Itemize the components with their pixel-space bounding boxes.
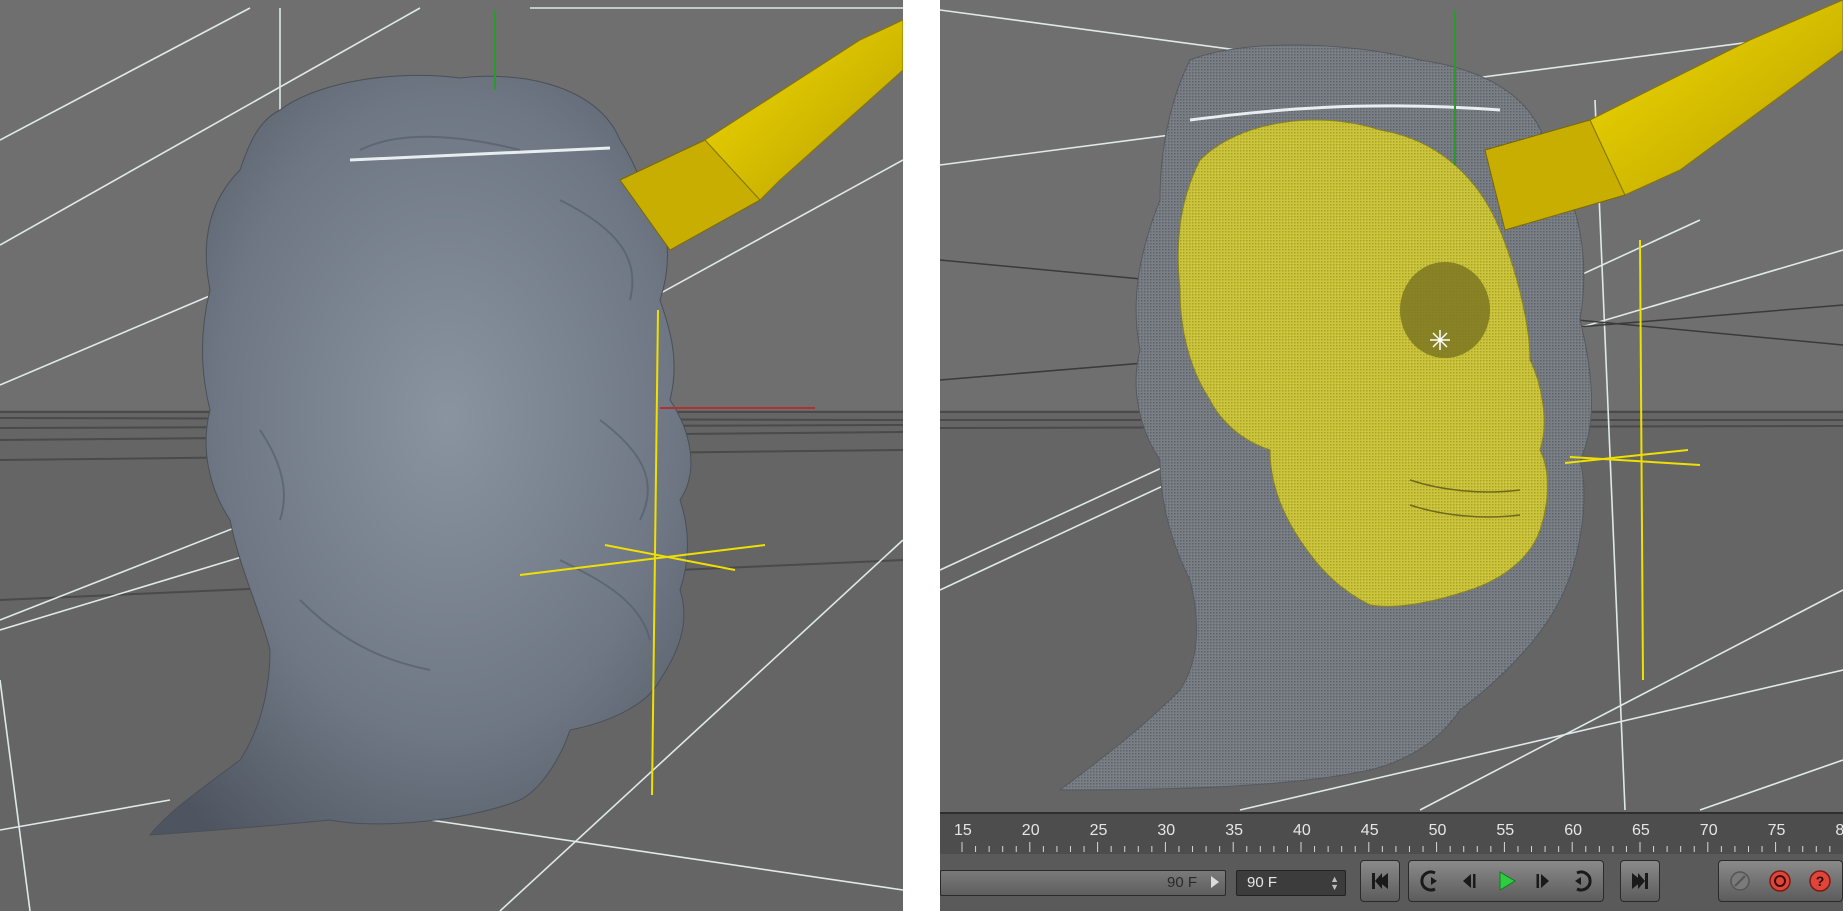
viewport-left[interactable] <box>0 0 903 911</box>
ruler-label: 30 <box>1157 822 1176 839</box>
ruler-label: 8 <box>1835 822 1843 839</box>
skip-to-start-icon <box>1372 873 1388 889</box>
ruler-label: 45 <box>1360 822 1379 839</box>
end-frame-slider-value: 90 F <box>1166 874 1197 891</box>
previous-keyframe-icon <box>1420 870 1437 892</box>
ruler-label: 70 <box>1699 822 1718 839</box>
autokey-icon <box>1769 870 1791 892</box>
pivot-star <box>1430 330 1450 350</box>
svg-text:?: ? <box>1816 873 1825 889</box>
viewport-right-scene <box>940 0 1843 911</box>
ruler-label: 60 <box>1564 822 1582 839</box>
transport-group <box>1408 860 1604 902</box>
eye-socket <box>1400 262 1490 358</box>
end-frame-field-value: 90 F <box>1247 874 1278 891</box>
ruler-label: 55 <box>1496 822 1515 839</box>
ruler-label: 50 <box>1428 822 1447 839</box>
goto-start-button[interactable] <box>1360 860 1400 902</box>
viewport-right[interactable]: 15 20 25 30 35 40 45 50 55 60 65 70 75 8 90 F 90 F ▲ ▼ <box>940 0 1843 911</box>
ruler-label: 20 <box>1021 822 1040 839</box>
prev-key-button[interactable] <box>1411 861 1449 901</box>
record-key-button[interactable] <box>1721 861 1759 901</box>
viewport-left-scene <box>0 0 903 911</box>
skip-to-end-icon <box>1632 873 1648 889</box>
keyframe-group: ? <box>1718 860 1843 902</box>
screenshot-root: 15 20 25 30 35 40 45 50 55 60 65 70 75 8 90 F 90 F ▲ ▼ <box>0 0 1843 911</box>
question-icon: ? <box>1809 870 1831 892</box>
ruler-label: 25 <box>1089 822 1108 839</box>
step-forward-icon <box>1536 874 1549 888</box>
slider-arrow-icon <box>1211 876 1219 888</box>
step-forward-button[interactable] <box>1525 861 1563 901</box>
autokey-button[interactable] <box>1761 861 1799 901</box>
ruler-label: 35 <box>1225 822 1243 839</box>
spinner-icon[interactable]: ▲ ▼ <box>1330 875 1339 892</box>
help-button[interactable]: ? <box>1801 861 1839 901</box>
ruler-label: 65 <box>1632 822 1650 839</box>
key-icon <box>1730 871 1750 891</box>
ruler-label: 75 <box>1767 822 1786 839</box>
goto-end-button[interactable] <box>1620 860 1660 902</box>
next-key-button[interactable] <box>1563 861 1601 901</box>
play-button[interactable] <box>1487 861 1525 901</box>
end-frame-field[interactable]: 90 F ▲ ▼ <box>1236 870 1346 896</box>
playback-controls: 90 F 90 F ▲ ▼ ? <box>940 860 1843 910</box>
ruler-label: 40 <box>1293 822 1311 839</box>
play-icon <box>1499 871 1516 891</box>
ruler-label: 15 <box>954 822 972 839</box>
timeline-panel: 15 20 25 30 35 40 45 50 55 60 65 70 75 8 90 F 90 F ▲ ▼ <box>940 812 1843 911</box>
next-keyframe-icon <box>1575 870 1592 892</box>
end-frame-slider[interactable]: 90 F <box>940 870 1226 896</box>
step-back-icon <box>1463 874 1476 888</box>
timeline-ruler[interactable]: 15 20 25 30 35 40 45 50 55 60 65 70 75 8 <box>940 814 1843 854</box>
step-back-button[interactable] <box>1449 861 1487 901</box>
